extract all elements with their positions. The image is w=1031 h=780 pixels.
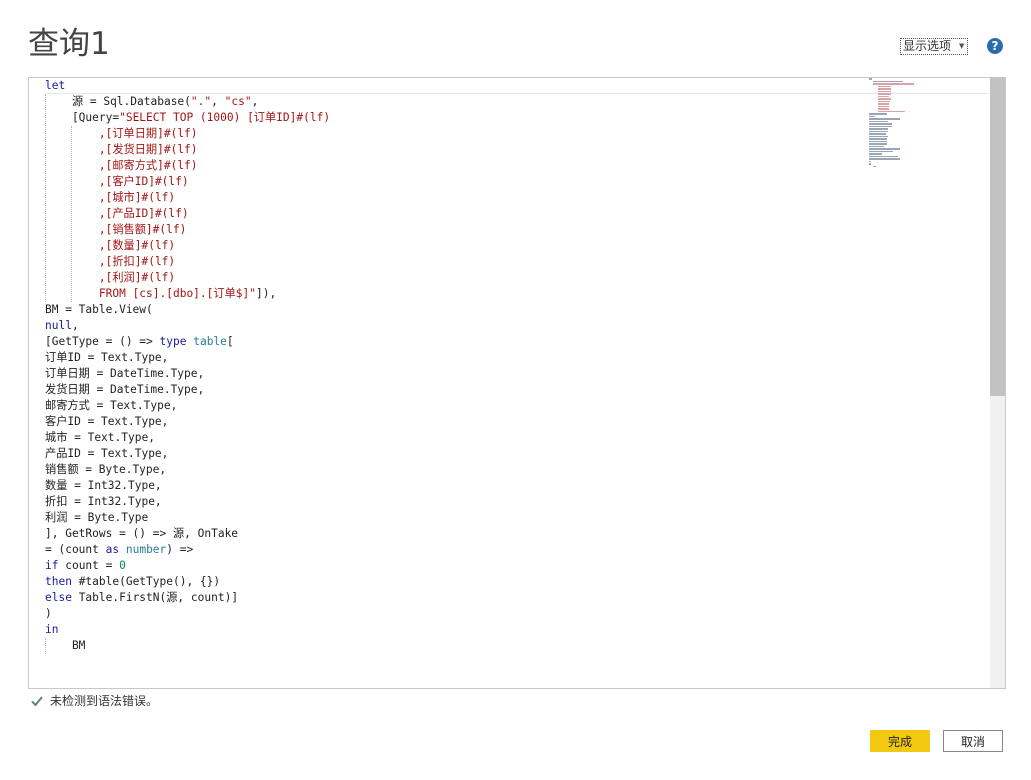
code-line[interactable]: in <box>45 622 869 638</box>
chevron-down-icon: ▼ <box>959 42 965 50</box>
minimap-line <box>869 118 900 120</box>
indent-guide <box>45 638 46 654</box>
minimap-line <box>869 160 871 162</box>
code-line[interactable]: 发货日期 = DateTime.Type, <box>45 382 869 398</box>
minimap-line <box>869 150 894 152</box>
minimap-line <box>873 165 876 167</box>
scrollbar-thumb[interactable] <box>990 78 1005 396</box>
minimap-line <box>873 83 915 85</box>
minimap-line <box>877 103 889 105</box>
code-line[interactable]: = (count as number) => <box>45 542 869 558</box>
status-message: 未检测到语法错误。 <box>50 694 159 708</box>
code-line[interactable]: [GetType = () => type table[ <box>45 334 869 350</box>
help-icon[interactable]: ? <box>987 38 1003 54</box>
code-line[interactable]: 城市 = Text.Type, <box>45 430 869 446</box>
display-options-dropdown[interactable]: 显示选项 ▼ <box>900 38 969 55</box>
minimap-line <box>877 90 891 92</box>
minimap-line <box>869 113 887 115</box>
minimap-line <box>869 130 888 132</box>
cancel-button[interactable]: 取消 <box>943 730 1003 752</box>
code-line[interactable]: ,[客户ID]#(lf) <box>45 174 869 190</box>
code-line[interactable]: BM <box>45 638 869 654</box>
code-line[interactable]: FROM [cs].[dbo].[订单$]"]), <box>45 286 869 302</box>
minimap-line <box>869 163 872 165</box>
minimap-line <box>869 123 893 125</box>
code-line[interactable]: 源 = Sql.Database(".", "cs", <box>45 94 869 110</box>
code-line[interactable]: ,[折扣]#(lf) <box>45 254 869 270</box>
vertical-scrollbar[interactable] <box>990 78 1005 688</box>
minimap-line <box>877 98 891 100</box>
minimap-line <box>869 155 898 157</box>
code-line[interactable]: ,[发货日期]#(lf) <box>45 142 869 158</box>
syntax-status: 未检测到语法错误。 <box>30 692 158 709</box>
minimap-line <box>869 153 883 155</box>
code-line[interactable]: 订单ID = Text.Type, <box>45 350 869 366</box>
code-line[interactable]: 数量 = Int32.Type, <box>45 478 869 494</box>
code-editor[interactable]: let 源 = Sql.Database(".", "cs", [Query="… <box>28 77 1006 689</box>
minimap-line <box>869 125 893 127</box>
code-line[interactable]: 利润 = Byte.Type <box>45 510 869 526</box>
minimap-line <box>877 85 891 87</box>
query-title: 查询1 <box>28 26 110 62</box>
code-line[interactable]: null, <box>45 318 869 334</box>
code-line[interactable]: 销售额 = Byte.Type, <box>45 462 869 478</box>
code-line[interactable]: ,[产品ID]#(lf) <box>45 206 869 222</box>
minimap-line <box>869 140 887 142</box>
code-line[interactable]: ,[销售额]#(lf) <box>45 222 869 238</box>
minimap-line <box>869 128 888 130</box>
minimap-line <box>877 108 889 110</box>
code-line[interactable]: ) <box>45 606 869 622</box>
minimap-line <box>869 78 873 80</box>
display-options-label: 显示选项 <box>903 39 952 53</box>
minimap-line <box>877 95 889 97</box>
code-line[interactable]: ,[数量]#(lf) <box>45 238 869 254</box>
minimap-line <box>877 105 889 107</box>
minimap-line <box>869 115 875 117</box>
code-line[interactable]: 订单日期 = DateTime.Type, <box>45 366 869 382</box>
code-line[interactable]: BM = Table.View( <box>45 302 869 318</box>
code-line[interactable]: 客户ID = Text.Type, <box>45 414 869 430</box>
code-line[interactable]: [Query="SELECT TOP (1000) [订单ID]#(lf) <box>45 110 869 126</box>
code-line[interactable]: ,[邮寄方式]#(lf) <box>45 158 869 174</box>
minimap-line <box>877 93 891 95</box>
minimap-line <box>869 143 887 145</box>
minimap-line <box>873 80 904 82</box>
minimap-line <box>869 148 900 150</box>
code-line[interactable]: let <box>45 78 989 94</box>
minimap-line <box>877 88 891 90</box>
code-content[interactable]: let 源 = Sql.Database(".", "cs", [Query="… <box>45 78 989 654</box>
code-line[interactable]: 邮寄方式 = Text.Type, <box>45 398 869 414</box>
minimap-line <box>869 133 886 135</box>
code-line[interactable]: then #table(GetType(), {}) <box>45 574 869 590</box>
code-line[interactable]: ,[利润]#(lf) <box>45 270 869 286</box>
code-minimap[interactable] <box>869 78 924 167</box>
code-line[interactable]: ,[城市]#(lf) <box>45 190 869 206</box>
code-line[interactable]: 产品ID = Text.Type, <box>45 446 869 462</box>
code-line[interactable]: 折扣 = Int32.Type, <box>45 494 869 510</box>
minimap-line <box>869 158 900 160</box>
indent-guide <box>71 126 72 302</box>
minimap-line <box>869 120 888 122</box>
minimap-line <box>869 145 885 147</box>
check-icon <box>31 695 43 706</box>
code-line[interactable]: else Table.FirstN(源, count)] <box>45 590 869 606</box>
code-line[interactable]: ,[订单日期]#(lf) <box>45 126 869 142</box>
done-button[interactable]: 完成 <box>870 730 930 752</box>
minimap-line <box>869 135 888 137</box>
code-line[interactable]: ], GetRows = () => 源, OnTake <box>45 526 869 542</box>
code-line[interactable]: if count = 0 <box>45 558 869 574</box>
minimap-line <box>877 100 890 102</box>
minimap-line <box>877 110 906 112</box>
minimap-line <box>869 138 887 140</box>
indent-guide <box>45 94 46 302</box>
